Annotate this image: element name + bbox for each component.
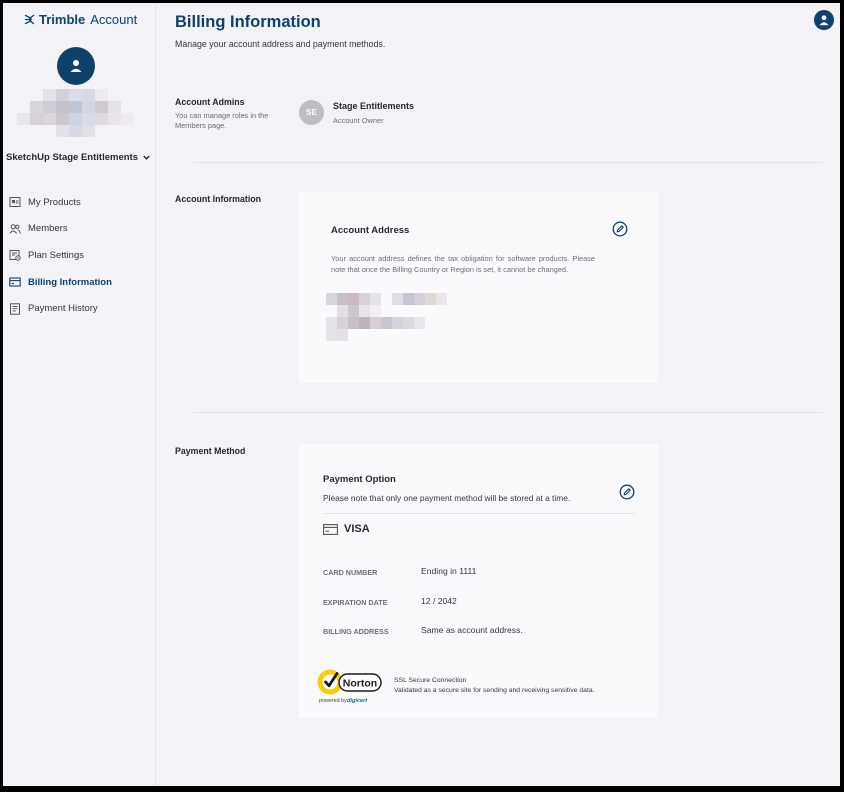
trimble-logo-icon: [24, 14, 35, 25]
page-subtitle: Manage your account address and payment …: [175, 39, 386, 49]
account-address-description: Your account address defines the tax obl…: [331, 254, 595, 274]
norton-powered-by: powered by: [319, 698, 347, 704]
admin-name: Stage Entitlements: [333, 101, 415, 111]
user-icon: [819, 15, 829, 26]
billing-address-label: Billing Address: [323, 627, 389, 636]
expiration-date-value: 12 / 2042: [421, 596, 457, 606]
members-icon: [9, 224, 21, 234]
sidebar-nav: My Products Members Plan Settings Billin…: [9, 189, 154, 322]
products-icon: [9, 197, 21, 208]
payment-option-card: Payment Option Please note that only one…: [299, 444, 658, 718]
norton-seal-icon: Norton powered by digicert: [317, 669, 382, 704]
app-window: Trimble Account SketchUp Stage Entitleme…: [3, 3, 840, 786]
credit-card-icon: [323, 523, 338, 535]
norton-name: Norton: [343, 678, 377, 690]
account-address-title: Account Address: [331, 225, 410, 236]
card-number-label: Card Number: [323, 568, 378, 577]
sidebar-item-billing-information[interactable]: Billing Information: [9, 269, 154, 296]
admin-avatar: SE: [299, 100, 324, 125]
plan-settings-icon: [9, 250, 21, 262]
sidebar-item-payment-history[interactable]: Payment History: [9, 295, 154, 322]
brand-name-bold: Trimble: [39, 12, 86, 27]
card-brand: VISA: [323, 523, 370, 535]
norton-digicert: digicert: [347, 698, 368, 704]
redacted-address: [326, 293, 458, 341]
brand-name-light: Account: [90, 12, 138, 27]
sidebar-item-my-products[interactable]: My Products: [9, 189, 154, 216]
section-divider: [193, 412, 823, 413]
account-admins-note: You can manage roles in the Members page…: [175, 111, 269, 130]
chevron-down-icon: [143, 155, 150, 160]
account-selector-label: SketchUp Stage Entitlements: [6, 152, 138, 163]
card-divider: [323, 513, 635, 514]
payment-method-label: Payment Method: [175, 446, 246, 456]
sidebar-item-label: My Products: [28, 196, 81, 208]
sidebar-item-label: Plan Settings: [28, 249, 84, 261]
sidebar-item-plan-settings[interactable]: Plan Settings: [9, 242, 154, 269]
sidebar-item-label: Members: [28, 223, 68, 235]
payment-option-note: Please note that only one payment method…: [323, 493, 571, 503]
brand-logo[interactable]: Trimble Account: [23, 12, 137, 27]
account-address-card: Account Address Your account address def…: [299, 192, 658, 383]
profile-avatar[interactable]: [57, 47, 95, 85]
account-admins-label: Account Admins: [175, 97, 245, 107]
account-information-label: Account Information: [175, 194, 262, 204]
main-content: Billing Information Manage your account …: [156, 3, 840, 786]
billing-address-value: Same as account address.: [421, 625, 523, 635]
edit-address-button[interactable]: [612, 221, 628, 237]
sidebar-item-label: Billing Information: [28, 276, 112, 288]
section-divider: [193, 162, 823, 163]
card-brand-label: VISA: [344, 523, 370, 535]
expiration-date-label: Expiration Date: [323, 598, 388, 607]
user-menu-button[interactable]: [814, 10, 834, 30]
payment-option-title: Payment Option: [323, 474, 396, 485]
account-selector[interactable]: SketchUp Stage Entitlements: [6, 152, 151, 163]
card-number-value: Ending in 1111: [421, 566, 477, 576]
sidebar-item-label: Payment History: [28, 303, 98, 315]
admin-role: Account Owner: [333, 116, 384, 125]
ssl-subtitle: Validated as a secure site for sending a…: [394, 687, 595, 694]
edit-payment-button[interactable]: [619, 484, 635, 500]
payment-history-icon: [10, 302, 20, 315]
billing-icon: [9, 277, 21, 287]
page-title: Billing Information: [175, 13, 321, 31]
sidebar: Trimble Account SketchUp Stage Entitleme…: [3, 3, 156, 786]
redacted-profile-info: [17, 89, 134, 137]
ssl-title: SSL Secure Connection: [394, 677, 467, 684]
user-icon: [70, 60, 82, 72]
sidebar-item-members[interactable]: Members: [9, 216, 154, 243]
